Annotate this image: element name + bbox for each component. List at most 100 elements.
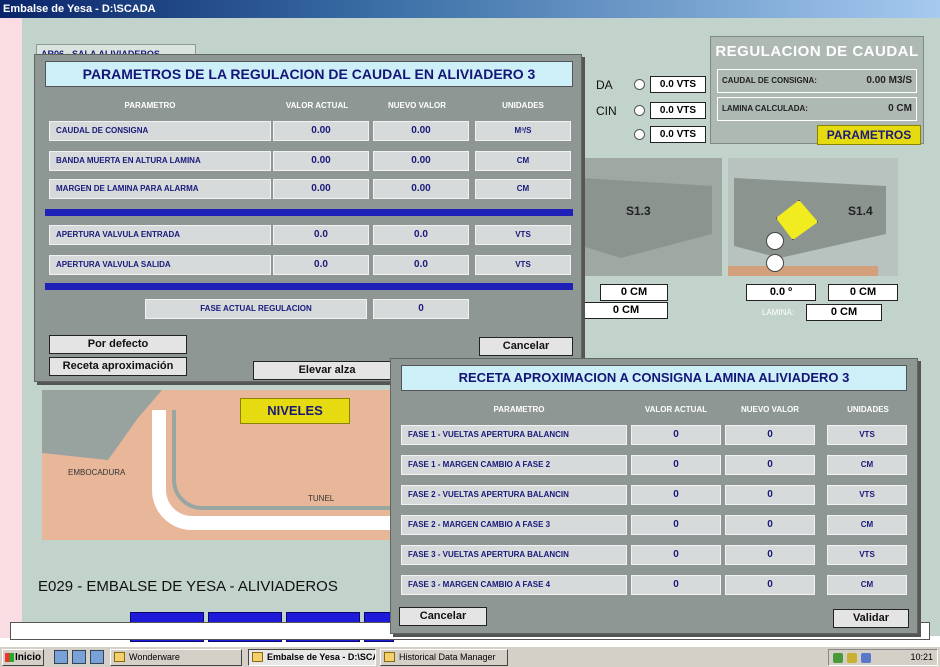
- window-title: Embalse de Yesa - D:\SCADA: [3, 3, 156, 15]
- gate-s1-4-lamina: 0 CM: [806, 304, 882, 321]
- cancel-button[interactable]: Cancelar: [479, 337, 573, 356]
- receta-aproximacion-button[interactable]: Receta aproximación: [49, 357, 187, 376]
- header-unidades: UNIDADES: [502, 101, 544, 110]
- receta-param-name: FASE 3 - MARGEN CAMBIO A FASE 4: [401, 575, 627, 595]
- receta-unit: CM: [827, 455, 907, 475]
- param-name: APERTURA VALVULA ENTRADA: [49, 225, 271, 245]
- param-new-value-input[interactable]: 0.00: [373, 151, 469, 171]
- param-new-value-input[interactable]: 0.0: [373, 225, 469, 245]
- status-indicator-icon: [766, 232, 784, 250]
- param-new-value-input[interactable]: 0.00: [373, 179, 469, 199]
- receta-new-value-input[interactable]: 0: [725, 515, 815, 535]
- lamina-label: LAMINA:: [762, 308, 795, 317]
- receta-unit: VTS: [827, 425, 907, 445]
- niveles-button[interactable]: NIVELES: [240, 398, 350, 424]
- receta-dialog-title: RECETA APROXIMACION A CONSIGNA LAMINA AL…: [401, 365, 907, 391]
- param-unit: VTS: [475, 225, 571, 245]
- header-unidades: UNIDADES: [847, 405, 889, 414]
- task-label: Embalse de Yesa - D:\SCA...: [267, 652, 376, 662]
- task-wonderware[interactable]: Wonderware: [110, 649, 242, 666]
- system-tray: 10:21: [828, 649, 938, 666]
- gate-base: [728, 266, 878, 276]
- cancel-button[interactable]: Cancelar: [399, 607, 487, 626]
- receta-new-value-input[interactable]: 0: [725, 455, 815, 475]
- site-title: E029 - EMBALSE DE YESA - ALIVIADEROS: [38, 578, 338, 595]
- windows-logo-icon: [5, 653, 14, 662]
- explorer-quicklaunch-icon[interactable]: [72, 650, 86, 664]
- elevar-alza-button[interactable]: Elevar alza: [253, 361, 401, 380]
- param-new-value-input[interactable]: 0.00: [373, 121, 469, 141]
- clock: 10:21: [910, 652, 933, 662]
- header-nuevo-valor: NUEVO VALOR: [740, 405, 800, 414]
- param-actual-value: 0.0: [273, 225, 369, 245]
- receta-unit: CM: [827, 575, 907, 595]
- valve-value: 0.0 VTS: [650, 76, 706, 93]
- receta-new-value-input[interactable]: 0: [725, 425, 815, 445]
- valve-row-label: CIN: [596, 104, 617, 118]
- valve-radio[interactable]: [634, 129, 645, 140]
- desktop-quicklaunch-icon[interactable]: [90, 650, 104, 664]
- task-embalse-yesa[interactable]: Embalse de Yesa - D:\SCA...: [248, 649, 376, 666]
- folder-icon: [114, 652, 125, 662]
- gate-label: S1.3: [626, 204, 651, 218]
- gate-wall: [582, 178, 712, 258]
- param-name: CAUDAL DE CONSIGNA: [49, 121, 271, 141]
- tunel-label: TUNEL: [308, 494, 335, 503]
- receta-actual-value: 0: [631, 455, 721, 475]
- header-nuevo-valor: NUEVO VALOR: [387, 101, 447, 110]
- rock-area: [42, 390, 162, 460]
- lamina-calculada-value: 0 CM: [888, 103, 912, 114]
- embocadura-label: EMBOCADURA: [68, 468, 126, 477]
- start-button[interactable]: Inicio: [2, 649, 44, 666]
- valve-radio[interactable]: [634, 79, 645, 90]
- param-unit: CM: [475, 151, 571, 171]
- valve-value: 0.0 VTS: [650, 126, 706, 143]
- valve-radio[interactable]: [634, 105, 645, 116]
- parametros-button[interactable]: PARAMETROS: [817, 125, 921, 145]
- app-icon: [384, 652, 395, 662]
- regulacion-panel: REGULACION DE CAUDAL CAUDAL DE CONSIGNA:…: [710, 36, 924, 145]
- param-unit: CM: [475, 179, 571, 199]
- receta-actual-value: 0: [631, 485, 721, 505]
- gate-s1-3-lamina: 0 CM: [584, 302, 668, 319]
- gate-s1-4-angle: 0.0 º: [746, 284, 816, 301]
- param-actual-value: 0.00: [273, 121, 369, 141]
- validar-button[interactable]: Validar: [833, 609, 909, 628]
- gate-s1-4[interactable]: S1.4: [728, 158, 898, 276]
- parametros-dialog-title: PARAMETROS DE LA REGULACION DE CAUDAL EN…: [45, 61, 573, 87]
- receta-param-name: FASE 1 - MARGEN CAMBIO A FASE 2: [401, 455, 627, 475]
- network-icon[interactable]: [833, 653, 843, 663]
- ie-quicklaunch-icon[interactable]: [54, 650, 68, 664]
- gate-label: S1.4: [848, 204, 873, 218]
- separator-bar: [45, 209, 573, 216]
- task-label: Historical Data Manager: [399, 652, 496, 662]
- param-name: MARGEN DE LAMINA PARA ALARMA: [49, 179, 271, 199]
- receta-new-value-input[interactable]: 0: [725, 575, 815, 595]
- caudal-consigna-row: CAUDAL DE CONSIGNA: 0.00 M3/S: [717, 69, 917, 93]
- receta-new-value-input[interactable]: 0: [725, 485, 815, 505]
- param-actual-value: 0.00: [273, 179, 369, 199]
- lamina-calculada-label: LAMINA CALCULADA:: [722, 104, 808, 113]
- fase-actual-label: FASE ACTUAL REGULACION: [145, 299, 367, 319]
- caudal-consigna-value: 0.00 M3/S: [866, 75, 912, 86]
- valve-row-1: DA 0.0 VTS: [596, 76, 708, 94]
- tray-app-icon[interactable]: [861, 653, 871, 663]
- task-historical-data-manager[interactable]: Historical Data Manager: [380, 649, 508, 666]
- desktop: Embalse de Yesa - D:\SCADA AR06 - SALA A…: [0, 0, 940, 667]
- param-actual-value: 0.00: [273, 151, 369, 171]
- param-new-value-input[interactable]: 0.0: [373, 255, 469, 275]
- tunnel-channel-edge: [172, 410, 392, 510]
- receta-param-name: FASE 2 - MARGEN CAMBIO A FASE 3: [401, 515, 627, 535]
- parametros-dialog: PARAMETROS DE LA REGULACION DE CAUDAL EN…: [34, 54, 582, 382]
- fase-actual-value: 0: [373, 299, 469, 319]
- receta-param-name: FASE 1 - VUELTAS APERTURA BALANCIN: [401, 425, 627, 445]
- por-defecto-button[interactable]: Por defecto: [49, 335, 187, 354]
- spillway-map: [42, 390, 432, 540]
- valve-row-3: 0.0 VTS: [596, 126, 708, 144]
- volume-icon[interactable]: [847, 653, 857, 663]
- task-label: Wonderware: [129, 652, 180, 662]
- receta-new-value-input[interactable]: 0: [725, 545, 815, 565]
- gate-s1-3[interactable]: S1.3: [582, 158, 722, 276]
- param-name: APERTURA VALVULA SALIDA: [49, 255, 271, 275]
- param-unit: M³/S: [475, 121, 571, 141]
